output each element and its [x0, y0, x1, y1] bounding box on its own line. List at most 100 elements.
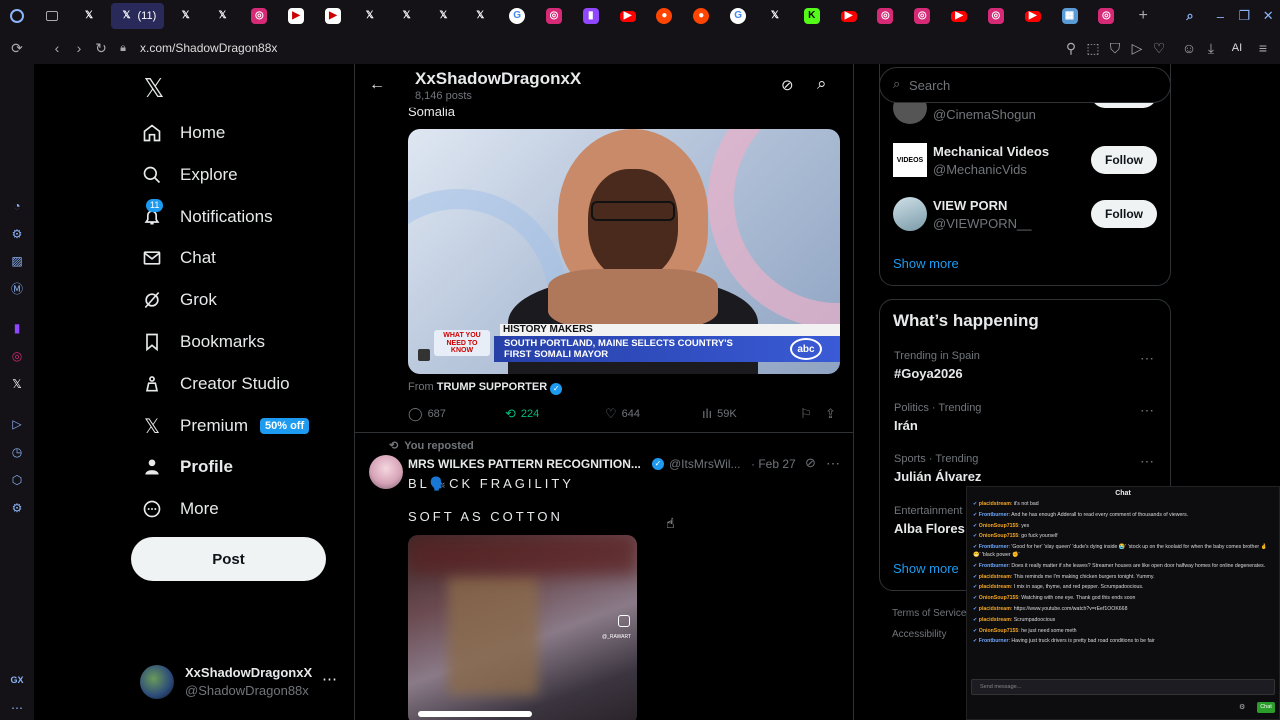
- video-progress-bar[interactable]: [418, 711, 532, 717]
- m-app-icon[interactable]: Ⓜ: [9, 280, 25, 296]
- chat-username[interactable]: Frontburner: [979, 544, 1009, 550]
- tab-x-5[interactable]: 𝕏: [388, 3, 425, 29]
- tab-google-1[interactable]: G: [499, 3, 536, 29]
- follow-avatar[interactable]: VIDEOS: [893, 143, 927, 177]
- tab-instagram-4[interactable]: ◎: [904, 3, 941, 29]
- follow-button[interactable]: Follow: [1091, 146, 1157, 174]
- chat-send-button[interactable]: Chat: [1257, 702, 1275, 713]
- tab-x-active[interactable]: 𝕏 (11): [110, 3, 165, 29]
- close-window-button[interactable]: ✕: [1256, 3, 1280, 29]
- trend-more-icon[interactable]: ⋯: [1140, 350, 1154, 367]
- trend-item[interactable]: Politics · Trending Irán: [894, 402, 981, 433]
- chat-username[interactable]: OnionSoup7155: [979, 523, 1019, 529]
- tab-instagram-3[interactable]: ◎: [867, 3, 904, 29]
- instagram-sidebar-icon[interactable]: ◎: [9, 348, 25, 364]
- opera-gx-logo-icon[interactable]: [0, 3, 34, 29]
- history-sidebar-icon[interactable]: ◷: [9, 444, 25, 460]
- nav-explore[interactable]: Explore: [140, 158, 238, 192]
- show-more-link[interactable]: Show more: [893, 561, 959, 576]
- menu-icon[interactable]: ≡: [1252, 37, 1274, 59]
- messenger-icon[interactable]: ▨: [9, 253, 25, 269]
- tab-instagram-2[interactable]: ◎: [536, 3, 573, 29]
- back-button[interactable]: ‹: [46, 37, 68, 59]
- post-video[interactable]: WHAT YOU NEED TO KNOW HISTORY MAKERS SOU…: [408, 129, 840, 374]
- follow-handle[interactable]: @MechanicVids: [933, 162, 1027, 177]
- account-more-icon[interactable]: ⋯: [322, 670, 337, 688]
- sync-icon[interactable]: ⟳: [6, 37, 28, 59]
- tab-x-4[interactable]: 𝕏: [351, 3, 388, 29]
- extensions-sidebar-icon[interactable]: ⬡: [9, 472, 25, 488]
- post2-more-icon[interactable]: ⋯: [826, 455, 840, 472]
- grok-explain-icon[interactable]: ⊘: [805, 455, 816, 471]
- profile-icon[interactable]: ☺: [1178, 37, 1200, 59]
- tab-gx-store[interactable]: ▦: [1051, 3, 1088, 29]
- trend-more-icon[interactable]: ⋯: [1140, 453, 1154, 470]
- new-tab-button[interactable]: +: [1125, 3, 1162, 29]
- search-box[interactable]: ⌕ Search: [879, 67, 1171, 103]
- nav-bookmarks[interactable]: Bookmarks: [140, 325, 265, 359]
- tab-gx-panel[interactable]: [34, 3, 71, 29]
- tab-x-1[interactable]: 𝕏: [71, 3, 108, 29]
- tab-google-2[interactable]: G: [720, 3, 757, 29]
- search-icon[interactable]: ⌕: [817, 74, 827, 94]
- follow-avatar[interactable]: [893, 197, 927, 231]
- tab-twitch[interactable]: ▮: [572, 3, 609, 29]
- download-icon[interactable]: ⤓: [1200, 37, 1222, 59]
- nav-profile[interactable]: Profile: [140, 450, 233, 484]
- tab-x-3[interactable]: 𝕏: [204, 3, 241, 29]
- tab-instagram-5[interactable]: ◎: [977, 3, 1014, 29]
- chat-username[interactable]: Frontburner: [979, 563, 1009, 569]
- share-button[interactable]: ⇪: [825, 406, 841, 422]
- player-sidebar-icon[interactable]: ▷: [9, 416, 25, 432]
- reload-button[interactable]: ↻: [90, 37, 112, 59]
- tab-kick[interactable]: K: [793, 3, 830, 29]
- tab-youtube-4[interactable]: ▶: [1014, 3, 1051, 29]
- tab-youtube-3[interactable]: ▶: [941, 3, 978, 29]
- url-field[interactable]: x.com/ShadowDragon88x: [140, 41, 277, 55]
- post2-avatar[interactable]: [369, 455, 403, 489]
- follow-name[interactable]: VIEW PORN: [933, 198, 1007, 213]
- nav-creator-studio[interactable]: Creator Studio: [140, 367, 290, 401]
- trend-more-icon[interactable]: ⋯: [1140, 402, 1154, 419]
- search-input[interactable]: Search: [909, 78, 950, 93]
- account-switcher[interactable]: XxShadowDragonxX @ShadowDragon88x ⋯: [140, 662, 346, 702]
- pin-icon[interactable]: ⚲: [1060, 37, 1082, 59]
- follow-name[interactable]: Mechanical Videos: [933, 144, 1049, 159]
- nav-home[interactable]: Home: [140, 116, 225, 150]
- tab-youtube-1[interactable]: ▶: [609, 3, 646, 29]
- nav-more[interactable]: More: [140, 492, 219, 526]
- repost-button[interactable]: ⟲ 224: [505, 406, 539, 422]
- play-icon[interactable]: ▷: [1126, 37, 1148, 59]
- nav-chat[interactable]: Chat: [140, 241, 216, 275]
- tab-x-7[interactable]: 𝕏: [462, 3, 499, 29]
- footer-terms-link[interactable]: Terms of Service: [892, 608, 966, 619]
- forward-button[interactable]: ›: [68, 37, 90, 59]
- follow-handle[interactable]: @VIEWPORN__: [933, 216, 1031, 231]
- snapshot-icon[interactable]: ⬚: [1082, 37, 1104, 59]
- chat-input[interactable]: Send message...: [971, 679, 1275, 695]
- chat-settings-icon[interactable]: ⚙: [1239, 703, 1245, 711]
- tab-x-2[interactable]: 𝕏: [167, 3, 204, 29]
- tab-search-icon[interactable]: ⌕: [1172, 3, 1209, 29]
- nav-notifications[interactable]: 11 Notifications: [140, 199, 273, 234]
- chat-username[interactable]: OnionSoup7155: [979, 595, 1019, 601]
- tab-instagram-1[interactable]: ◎: [241, 3, 278, 29]
- nav-grok[interactable]: Grok: [140, 283, 217, 317]
- tab-reddit-1[interactable]: ●: [646, 3, 683, 29]
- sidebar-more-icon[interactable]: ⋯: [9, 700, 25, 716]
- tab-instagram-6[interactable]: ◎: [1088, 3, 1125, 29]
- gx-sidebar-icon[interactable]: GX: [9, 672, 25, 688]
- post2-name[interactable]: MRS WILKES PATTERN RECOGNITION...: [408, 457, 641, 471]
- chat-username[interactable]: Frontburner: [979, 638, 1009, 644]
- from-name[interactable]: TRUMP SUPPORTER: [437, 381, 547, 393]
- bot-icon[interactable]: ⚙: [9, 226, 25, 242]
- grok-header-icon[interactable]: ⊘: [781, 76, 794, 94]
- x-logo-icon[interactable]: 𝕏: [140, 73, 168, 103]
- ai-button[interactable]: AI: [1222, 37, 1252, 59]
- chat-username[interactable]: placidstream: [979, 501, 1011, 507]
- chat-username[interactable]: placidstream: [979, 584, 1011, 590]
- tab-x-6[interactable]: 𝕏: [425, 3, 462, 29]
- bookmark-button[interactable]: ⚐: [800, 406, 817, 422]
- tab-youtube-2[interactable]: ▶: [830, 3, 867, 29]
- chat-username[interactable]: placidstream: [979, 574, 1011, 580]
